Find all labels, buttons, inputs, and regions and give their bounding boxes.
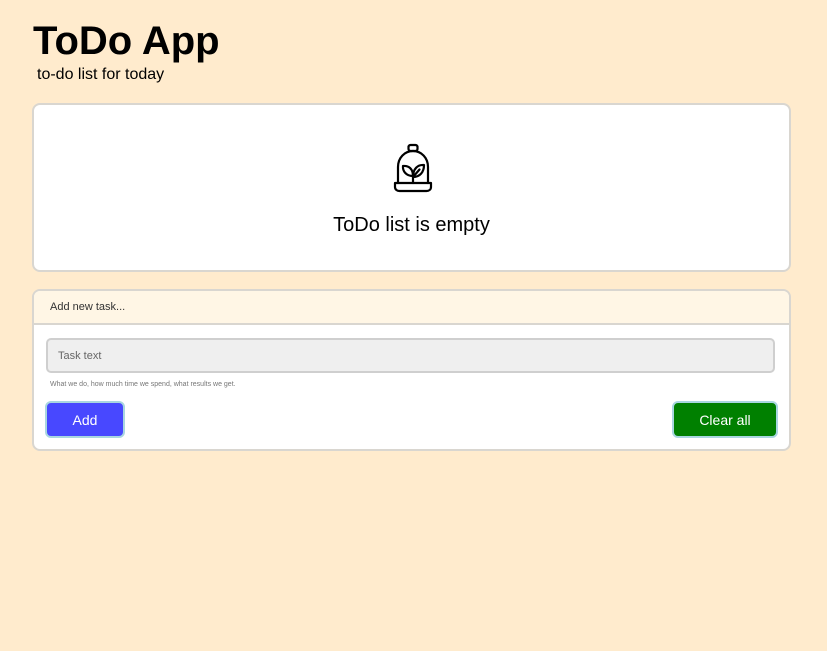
task-help-text: What we do, how much time we spend, what… (50, 381, 236, 388)
todo-list-panel: ToDo list is empty (32, 103, 791, 272)
add-button[interactable]: Add (45, 401, 125, 438)
empty-list-message: ToDo list is empty (333, 214, 490, 236)
add-task-header: Add new task... (34, 291, 789, 325)
plant-in-jar-icon (391, 143, 435, 195)
clear-all-button[interactable]: Clear all (672, 401, 778, 438)
app-title: ToDo App (33, 19, 220, 63)
app-subtitle: to-do list for today (37, 66, 165, 83)
task-text-input[interactable] (46, 338, 775, 373)
add-task-form: Add new task... What we do, how much tim… (32, 289, 791, 451)
